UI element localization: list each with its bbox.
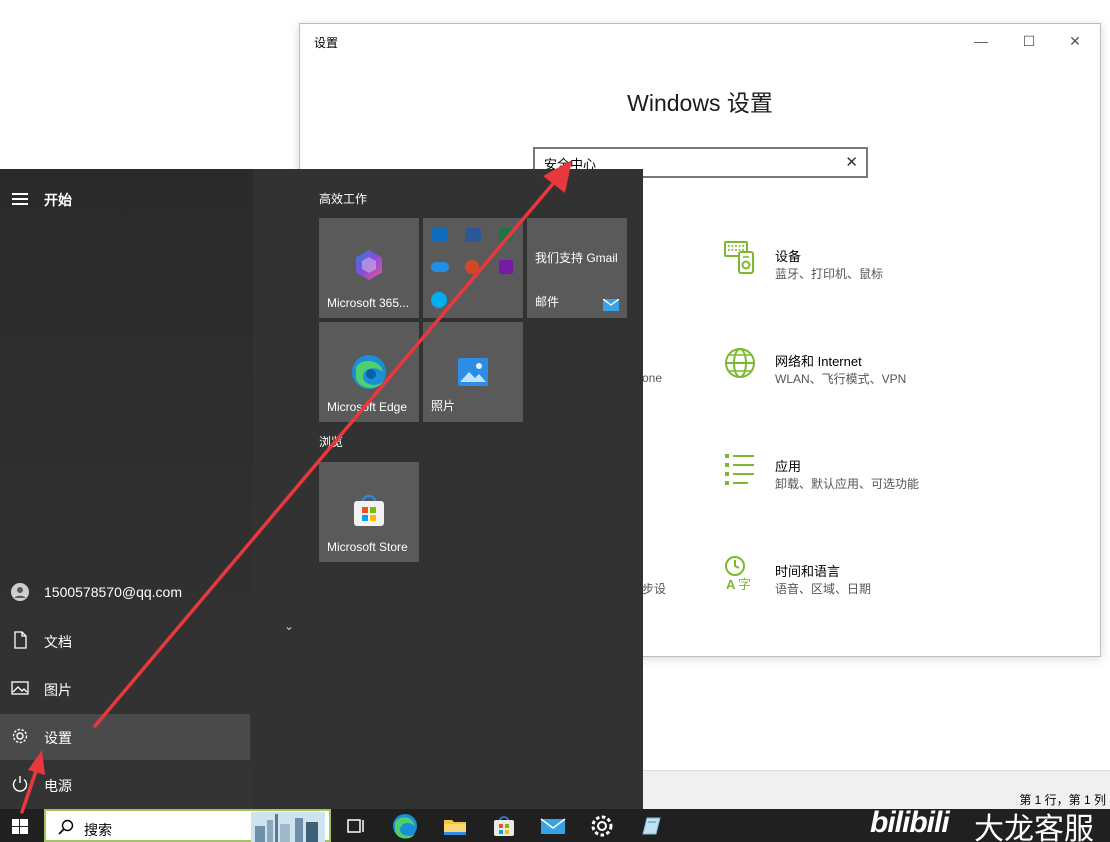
user-icon	[11, 583, 29, 601]
clipped-category-text: one	[642, 371, 663, 385]
category-desc: 卸载、默认应用、可选功能	[775, 477, 920, 491]
category-desc: 蓝牙、打印机、鼠标	[775, 267, 884, 281]
start-menu: 开始 1500578570@qq.com 文档 图片 设置 电源 高效工作 Mi…	[0, 169, 643, 809]
notepad-icon[interactable]	[637, 812, 665, 840]
tile-microsoft-edge[interactable]: Microsoft Edge	[319, 322, 419, 422]
svg-text:A: A	[726, 577, 736, 591]
word-icon	[465, 228, 481, 242]
tile-label: Microsoft 365...	[327, 296, 410, 310]
devices-icon	[724, 241, 754, 274]
tile-label: 照片	[431, 399, 456, 413]
onedrive-icon	[431, 262, 449, 272]
category-title: 时间和语言	[775, 564, 841, 579]
tile-label: 邮件	[535, 295, 560, 309]
category-title: 设备	[775, 249, 802, 264]
nav-label: 文档	[44, 634, 72, 650]
photos-icon	[458, 358, 488, 386]
chevron-down-icon[interactable]: ⌄	[284, 619, 294, 633]
nav-power[interactable]: 电源	[0, 762, 250, 808]
nav-pictures[interactable]: 图片	[0, 666, 250, 712]
store-icon	[354, 495, 384, 526]
search-placeholder: 搜索	[84, 822, 112, 838]
nav-user-account[interactable]: 1500578570@qq.com	[0, 570, 250, 616]
tile-office-apps[interactable]	[423, 218, 523, 318]
file-explorer-icon[interactable]	[441, 812, 469, 840]
document-icon	[14, 631, 27, 649]
title-bar: 设置 — ☐ ✕	[300, 24, 1100, 58]
mail-icon[interactable]	[539, 812, 567, 840]
search-highlight-image	[251, 812, 325, 842]
group-title: 高效工作	[319, 192, 368, 206]
close-button[interactable]: ✕	[1060, 30, 1090, 52]
tile-label: Microsoft Edge	[327, 400, 408, 414]
mail-icon	[603, 299, 619, 311]
clipped-category-text: 步设	[642, 582, 667, 596]
mail-tile-message: 我们支持 Gmail	[535, 251, 618, 265]
globe-icon	[725, 348, 755, 378]
category-time-language[interactable]: A 字 时间和语言 语音、区域、日期	[724, 555, 1024, 605]
minimize-button[interactable]: —	[966, 30, 996, 52]
microsoft-365-icon	[356, 250, 382, 280]
powerpoint-icon	[465, 260, 479, 274]
category-apps[interactable]: 应用 卸载、默认应用、可选功能	[724, 450, 1024, 500]
window-title: 设置	[314, 36, 339, 50]
group-title: 浏览	[319, 435, 344, 449]
store-icon[interactable]	[490, 812, 518, 840]
taskbar-search-input[interactable]: 搜索	[44, 809, 331, 842]
gear-icon	[12, 728, 28, 744]
task-view-icon[interactable]	[341, 812, 369, 840]
tile-mail[interactable]: 我们支持 Gmail 邮件	[527, 218, 627, 318]
apps-list-icon	[725, 454, 754, 485]
tile-photos[interactable]: 照片	[423, 322, 523, 422]
time-language-icon: A 字	[725, 556, 751, 591]
hamburger-menu-icon[interactable]	[12, 193, 28, 205]
skype-icon	[431, 292, 447, 308]
tile-microsoft-store[interactable]: Microsoft Store	[319, 462, 419, 562]
start-nav-pane: 开始 1500578570@qq.com 文档 图片 设置 电源	[0, 169, 253, 809]
watermark-name: 大龙客服	[974, 813, 1094, 842]
nav-documents[interactable]: 文档	[0, 618, 250, 664]
nav-settings[interactable]: 设置	[0, 714, 250, 760]
nav-label: 图片	[44, 682, 72, 698]
category-desc: WLAN、飞行模式、VPN	[775, 372, 907, 386]
nav-label: 1500578570@qq.com	[44, 584, 182, 600]
category-network[interactable]: 网络和 Internet WLAN、飞行模式、VPN	[724, 345, 1024, 395]
svg-text:字: 字	[738, 578, 751, 591]
tile-microsoft-365[interactable]: Microsoft 365...	[319, 218, 419, 318]
category-title: 应用	[775, 459, 802, 474]
search-icon	[58, 819, 74, 835]
bilibili-logo: bilibili	[870, 806, 950, 839]
windows-logo-icon	[12, 819, 28, 834]
power-icon	[12, 776, 28, 792]
maximize-button[interactable]: ☐	[1014, 30, 1044, 52]
tiles-pane: 高效工作 Microsoft 365... 我们支持 Gmail 邮件 Micr…	[253, 169, 643, 809]
excel-icon	[499, 228, 513, 242]
nav-label: 设置	[44, 730, 72, 746]
outlook-icon	[431, 228, 447, 242]
start-title: 开始	[44, 192, 72, 208]
category-title: 网络和 Internet	[775, 354, 862, 369]
watermark: bilibili 大龙客服	[870, 800, 1110, 842]
clear-search-icon[interactable]: ✕	[845, 153, 858, 171]
category-devices[interactable]: 设备 蓝牙、打印机、鼠标	[724, 240, 1024, 290]
tile-label: Microsoft Store	[327, 540, 408, 554]
nav-label: 电源	[44, 778, 72, 794]
start-button[interactable]	[0, 809, 44, 842]
category-desc: 语音、区域、日期	[775, 582, 872, 596]
onenote-icon	[499, 260, 513, 274]
gear-icon[interactable]	[588, 812, 616, 840]
pictures-icon	[11, 681, 29, 695]
page-title: Windows 设置	[627, 90, 773, 116]
edge-icon[interactable]	[391, 812, 419, 840]
edge-icon	[352, 355, 386, 389]
